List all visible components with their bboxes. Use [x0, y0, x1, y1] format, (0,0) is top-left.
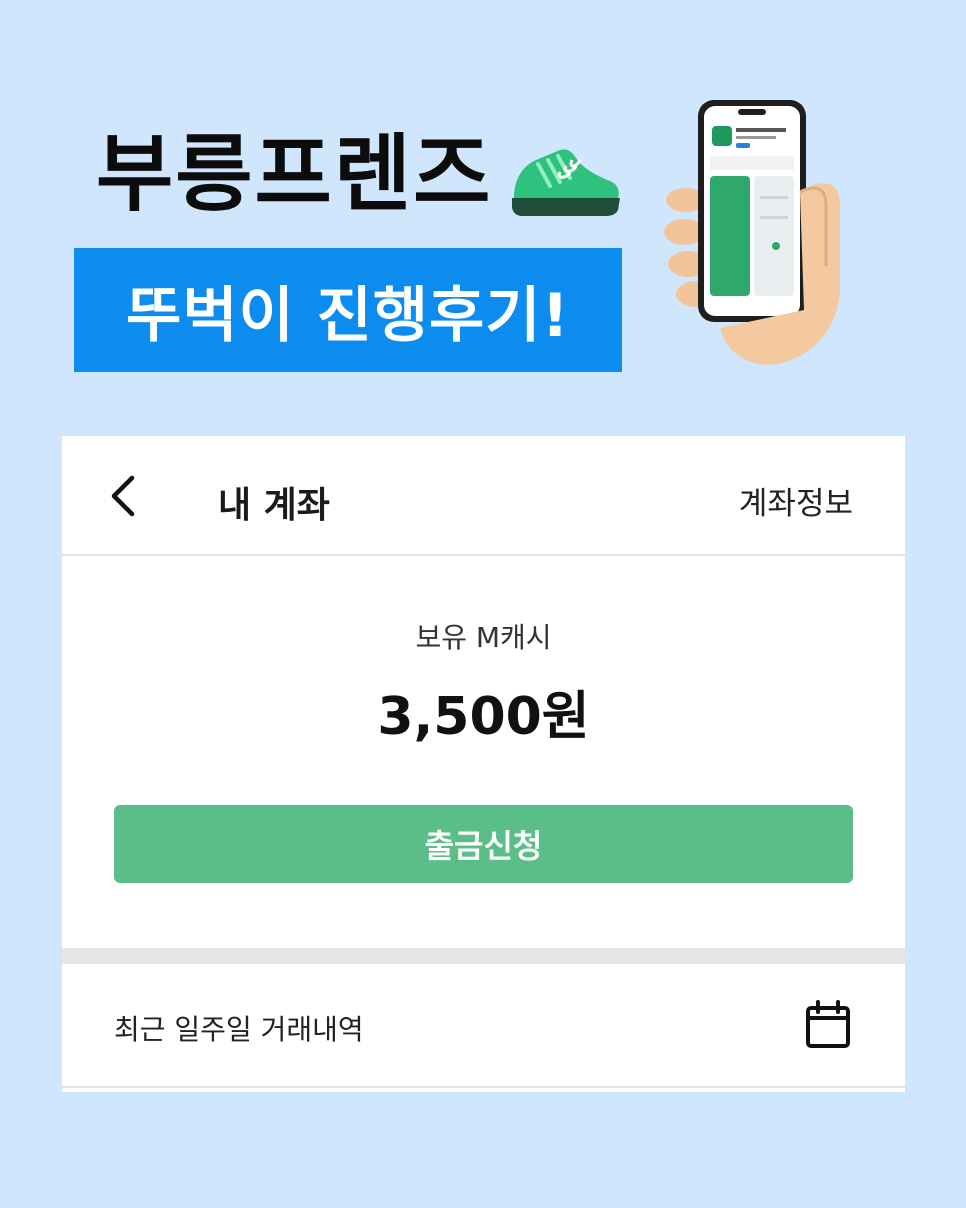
promo-title: 부릉프렌즈	[96, 125, 493, 223]
history-label: 최근 일주일 거래내역	[114, 1013, 364, 1046]
balance-label: 보유 M캐시	[415, 621, 552, 654]
account-info-link[interactable]: 계좌정보	[739, 478, 853, 523]
app-header: 내 계좌 계좌정보	[62, 436, 905, 556]
banner-text: 뚜벅이 진행후기!	[126, 280, 570, 351]
hand-holding-phone-icon	[664, 100, 840, 365]
sneaker-icon	[512, 149, 620, 216]
calendar-icon[interactable]	[805, 1000, 851, 1050]
section-divider	[62, 948, 905, 964]
balance-amount: 3,500원	[377, 687, 590, 747]
transaction-history-row[interactable]: 최근 일주일 거래내역	[62, 964, 905, 1088]
promo-banner: 뚜벅이 진행후기!	[74, 248, 622, 372]
withdraw-button[interactable]: 출금신청	[114, 805, 853, 883]
page-title: 내 계좌	[218, 485, 330, 526]
chevron-left-icon[interactable]	[102, 472, 142, 520]
account-card: 내 계좌 계좌정보 보유 M캐시 3,500원 출금신청 최근 일주일 거래내역	[62, 436, 905, 1092]
